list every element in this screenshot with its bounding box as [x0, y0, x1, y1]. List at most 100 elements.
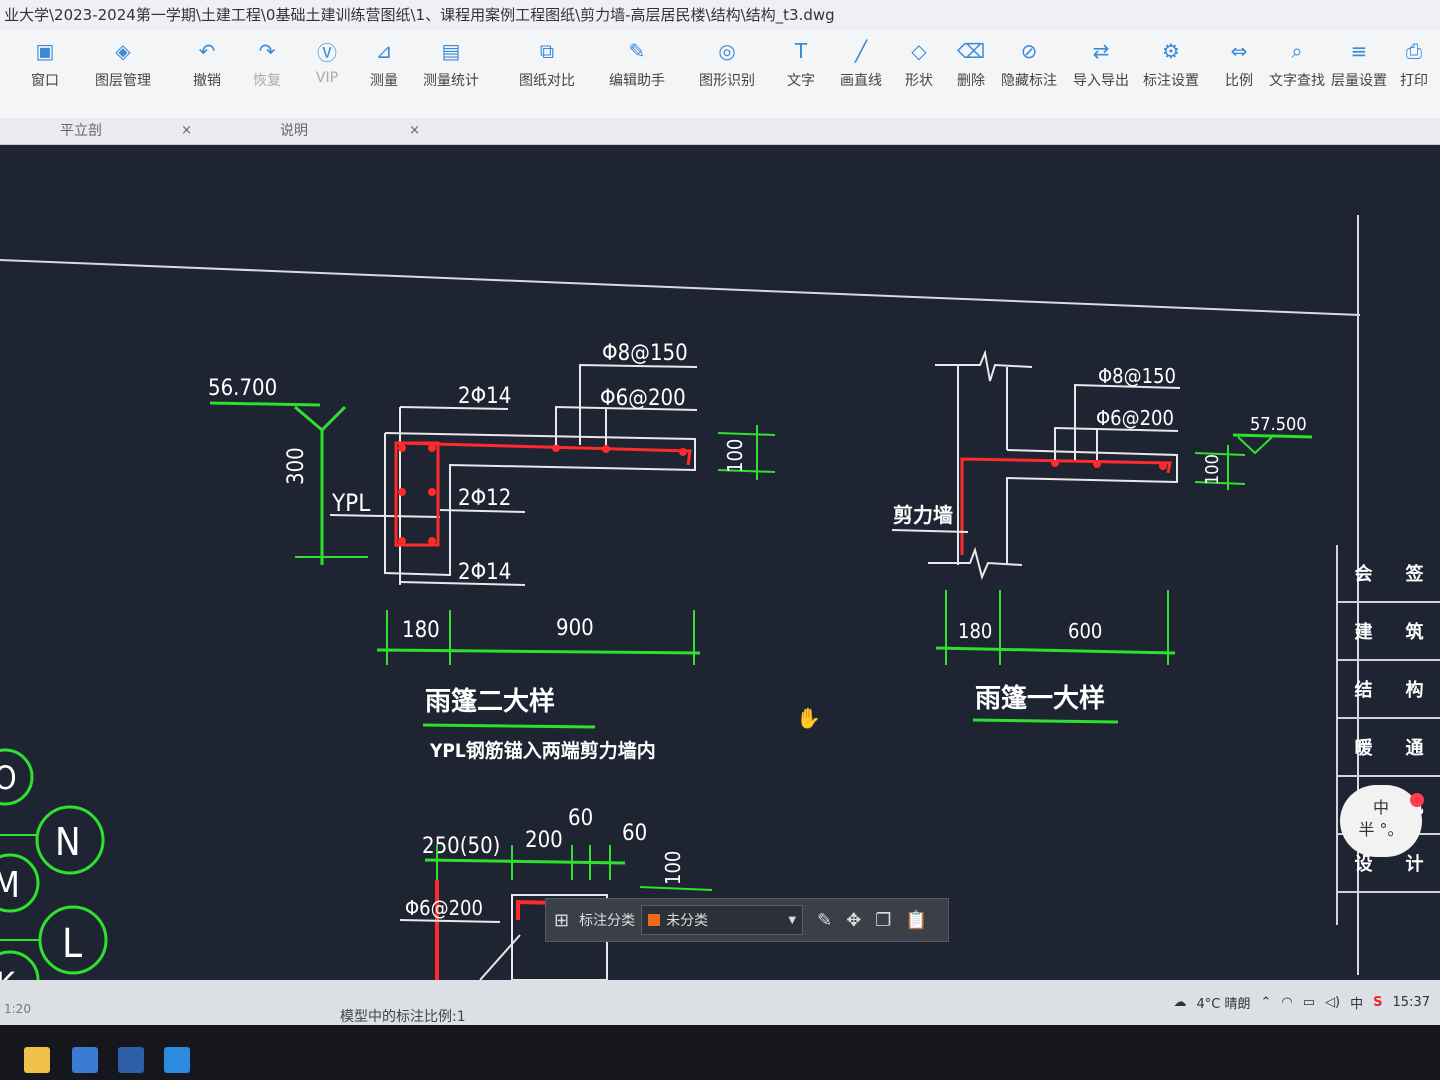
file-explorer-icon[interactable] — [24, 1047, 50, 1073]
sogou-icon[interactable]: S — [1373, 995, 1382, 1010]
toolbar-button-label: 文字查找 — [1269, 73, 1325, 89]
top-bar-label: Φ8@150 — [1098, 364, 1176, 388]
system-tray: ☁ 4°C 晴朗 ⌃ ◠ ▭ ◁) 中 S 15:37 — [1174, 980, 1430, 1025]
edit-icon[interactable]: ✎ — [817, 910, 832, 931]
volume-icon[interactable]: ◁) — [1325, 995, 1340, 1010]
title-block-row: 暖通 — [1338, 719, 1440, 777]
wifi-icon[interactable]: ◠ — [1281, 995, 1292, 1010]
beam-label: YPL — [331, 489, 370, 517]
dist-bar-label: Φ6@200 — [600, 386, 686, 411]
title-block-cell: 筑 — [1405, 622, 1424, 643]
chevron-up-icon[interactable]: ⌃ — [1261, 995, 1272, 1010]
toolbar-button-label: VIP — [315, 70, 339, 86]
toolbar-button-label: 删除 — [957, 73, 985, 89]
wall-label: 剪力墙 — [893, 503, 953, 527]
toolbar-button-label: 测量 — [370, 73, 398, 89]
ime-widget[interactable]: 中 半 °。 — [1340, 785, 1424, 857]
status-bar: 1:20 模型中的标注比例:1 ☁ 4°C 晴朗 ⌃ ◠ ▭ ◁) 中 S 15… — [0, 980, 1440, 1025]
toolbar-button-label: 标注设置 — [1143, 73, 1199, 89]
axis-bubble-label: L — [62, 921, 82, 967]
toolbar-button-shape-recognize[interactable]: ◎ 图形识别 — [688, 38, 766, 90]
dim-label: 60 — [568, 806, 593, 831]
title-block-cell: 会 — [1354, 564, 1373, 585]
title-block-cell: 暖 — [1354, 738, 1373, 759]
chevron-down-icon: ▼ — [788, 914, 797, 926]
main-toolbar: ▣ 窗口 ◈ 图层管理 ↶ 撤销 ↷ 恢复 Ⓥ VIP ⊿ 测量 ▤ 测量统计 ⧉ 图纸对比 ✎ 编辑助手 ◎ 图形识… — [0, 30, 1440, 119]
close-icon[interactable]: × — [181, 118, 192, 144]
toolbar-button-measure-stats[interactable]: ▤ 测量统计 — [412, 38, 490, 90]
toolbar-button-label: 撤销 — [193, 73, 221, 89]
ime-badge-icon — [1410, 793, 1424, 807]
ime-indicator[interactable]: 中 — [1350, 993, 1363, 1012]
toolbar-button-label: 比例 — [1225, 73, 1253, 89]
thickness-dim: 100 — [723, 439, 747, 473]
paste-icon[interactable]: 📋 — [905, 910, 927, 931]
hand-cursor-icon: ✋ — [796, 706, 821, 730]
layers-icon: ◈ — [115, 39, 131, 63]
layer-settings-icon: ≡ — [1350, 39, 1368, 63]
detail-title: 雨篷二大样 — [425, 686, 555, 717]
toolbar-button-label: 窗口 — [31, 73, 59, 89]
toolbar-button-window[interactable]: ▣ 窗口 — [6, 38, 84, 90]
dim-label: 100 — [661, 851, 685, 885]
toolbar-button-compare[interactable]: ⧉ 图纸对比 — [508, 38, 586, 90]
top-rebar-label: 2Φ14 — [458, 384, 511, 409]
shape-icon: ◇ — [911, 39, 927, 63]
toolbar-button-edit-assistant[interactable]: ✎ 编辑助手 — [598, 38, 676, 90]
title-block-row: 结构 — [1338, 661, 1440, 719]
cad-viewer-app-icon[interactable] — [164, 1047, 190, 1073]
import-export-icon: ⇄ — [1092, 39, 1110, 63]
title-block-cell: 结 — [1354, 680, 1373, 701]
toolbar-button-import-export[interactable]: ⇄ 导入导出 — [1062, 38, 1140, 90]
toolbar-button-hide-annotation[interactable]: ⊘ 隐藏标注 — [990, 38, 1068, 90]
toolbar-button-label: 测量统计 — [423, 73, 479, 89]
print-icon: ⎙ — [1406, 39, 1422, 63]
compare-icon: ⧉ — [539, 39, 555, 63]
tab-shuoming[interactable]: 说明 × — [270, 118, 420, 144]
annotation-settings-icon: ⚙ — [1162, 39, 1180, 63]
battery-icon[interactable]: ▭ — [1303, 995, 1315, 1010]
beam-width-dim: 180 — [402, 618, 440, 643]
cad-drawing: 56.700 300 Φ8@150 Φ6@200 2Φ14 2Φ12 2Φ14 … — [0, 215, 1361, 980]
clock[interactable]: 15:37 — [1393, 995, 1430, 1010]
weather-icon: ☁ — [1173, 995, 1187, 1010]
annotation-category-select[interactable]: 未分类 ▼ — [641, 905, 804, 935]
toolbar-button-label: 隐藏标注 — [1001, 73, 1057, 89]
edit-assistant-icon: ✎ — [628, 39, 646, 63]
toolbar-button-layers[interactable]: ◈ 图层管理 — [84, 38, 162, 90]
redo-icon: ↷ — [258, 39, 276, 63]
ime-line2: 半 °。 — [1358, 820, 1404, 839]
toolbar-button-print[interactable]: ⎙ 打印 — [1375, 38, 1440, 90]
copy-icon[interactable]: ❐ — [875, 910, 891, 931]
move-icon[interactable]: ✥ — [846, 910, 861, 931]
text-icon: T — [794, 39, 808, 63]
app-icon[interactable] — [72, 1047, 98, 1073]
toolbar-button-label: 形状 — [905, 73, 933, 89]
shape-recognize-icon: ◎ — [718, 39, 736, 63]
status-scale-left: 1:20 — [4, 1002, 31, 1016]
toolbar-button-annotation-settings[interactable]: ⚙ 标注设置 — [1132, 38, 1210, 90]
dim-label: 200 — [525, 828, 563, 853]
toolbar-button-label: 打印 — [1400, 73, 1428, 89]
tab-pingliou[interactable]: 平立剖 × — [50, 118, 192, 144]
detail-1: Φ8@150 Φ6@200 剪力墙 57.500 100 180 600 雨篷一… — [891, 349, 1313, 724]
dist-bar-label: Φ6@200 — [1096, 406, 1174, 430]
detail-3: 250(50) 200 60 60 100 Φ6@200 — [399, 806, 713, 980]
category-color-swatch — [648, 914, 661, 926]
drawing-canvas[interactable]: 56.700 300 Φ8@150 Φ6@200 2Φ14 2Φ12 2Φ14 … — [0, 145, 1440, 980]
measure-icon: ⊿ — [375, 39, 393, 63]
toolbar-button-label: 文字 — [787, 73, 815, 89]
hide-annotation-icon: ⊘ — [1020, 39, 1038, 63]
top-bar-label: Φ8@150 — [602, 341, 688, 366]
app-icon[interactable] — [118, 1047, 144, 1073]
title-block-cell: 通 — [1405, 738, 1424, 759]
annotation-float-bar: ⊞ 标注分类 未分类 ▼ ✎ ✥ ❐ 📋 — [545, 898, 949, 942]
grid-icon[interactable]: ⊞ — [554, 910, 569, 931]
elevation-label: 56.700 — [208, 376, 277, 401]
thickness-dim: 100 — [1202, 454, 1223, 485]
detail-note: YPL钢筋锚入两端剪力墙内 — [429, 739, 656, 762]
axis-bubble-label: N — [55, 820, 81, 864]
detail-2: 56.700 300 Φ8@150 Φ6@200 2Φ14 2Φ12 2Φ14 … — [208, 341, 776, 762]
close-icon[interactable]: × — [409, 118, 420, 144]
title-block-row: 建筑 — [1338, 603, 1440, 661]
